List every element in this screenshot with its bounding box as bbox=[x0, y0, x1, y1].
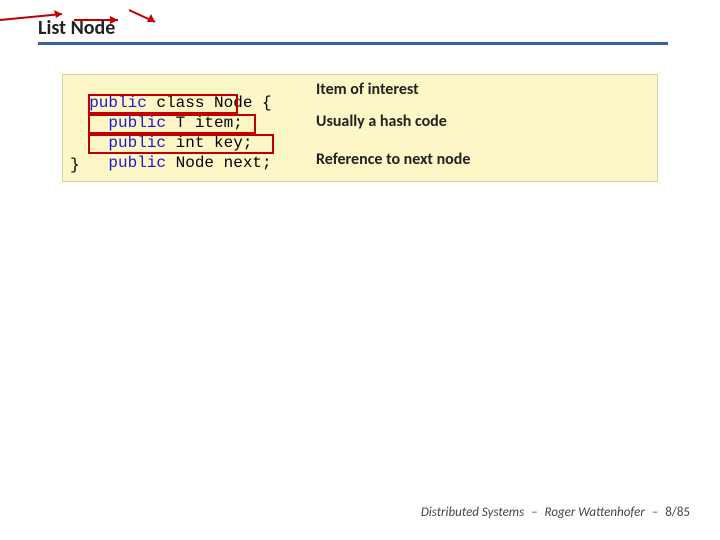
annotation-1: Item of interest bbox=[316, 80, 419, 99]
arrow-icon bbox=[129, 0, 163, 30]
page-title: List Node bbox=[38, 16, 115, 40]
footer-course: Distributed Systems bbox=[421, 505, 524, 520]
footer-separator: – bbox=[527, 505, 541, 520]
highlight-box-3 bbox=[88, 134, 274, 154]
footer-page: 8/85 bbox=[665, 505, 690, 520]
highlight-box-2 bbox=[88, 114, 256, 134]
footer: Distributed Systems – Roger Wattenhofer … bbox=[421, 505, 690, 520]
code-line-5: } bbox=[70, 156, 80, 174]
footer-author: Roger Wattenhofer bbox=[545, 505, 645, 520]
annotation-3: Reference to next node bbox=[316, 150, 470, 169]
highlight-box-1 bbox=[88, 94, 238, 114]
annotation-2: Usually a hash code bbox=[316, 112, 447, 131]
title-underline bbox=[38, 42, 668, 45]
code-text: Node next; bbox=[166, 154, 272, 172]
code-keyword: public bbox=[108, 154, 166, 172]
footer-separator: – bbox=[648, 505, 662, 520]
